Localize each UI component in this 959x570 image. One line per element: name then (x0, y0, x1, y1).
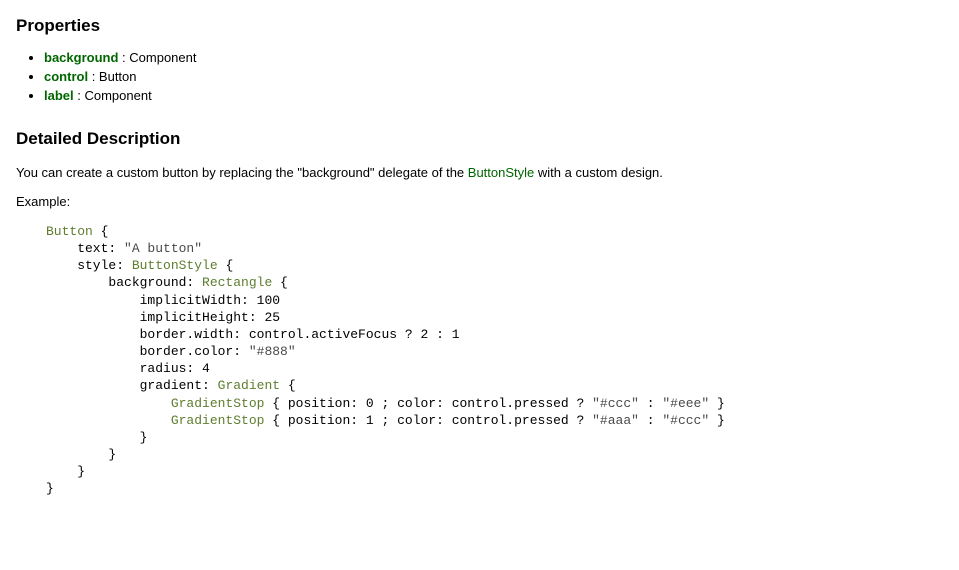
property-link-label[interactable]: label (44, 88, 74, 103)
detailed-description-heading: Detailed Description (16, 129, 943, 149)
property-item: control : Button (44, 69, 943, 84)
properties-list: background : Component control : Button … (30, 50, 943, 103)
buttonstyle-link[interactable]: ButtonStyle (468, 165, 535, 180)
property-item: background : Component (44, 50, 943, 65)
example-label: Example: (16, 194, 943, 209)
property-type: : Component (122, 50, 196, 65)
property-type: : Component (77, 88, 151, 103)
code-block: Button { text: "A button" style: ButtonS… (16, 223, 943, 498)
properties-heading: Properties (16, 16, 943, 36)
property-item: label : Component (44, 88, 943, 103)
property-type: : Button (92, 69, 137, 84)
property-link-background[interactable]: background (44, 50, 118, 65)
property-link-control[interactable]: control (44, 69, 88, 84)
description-paragraph: You can create a custom button by replac… (16, 165, 943, 180)
